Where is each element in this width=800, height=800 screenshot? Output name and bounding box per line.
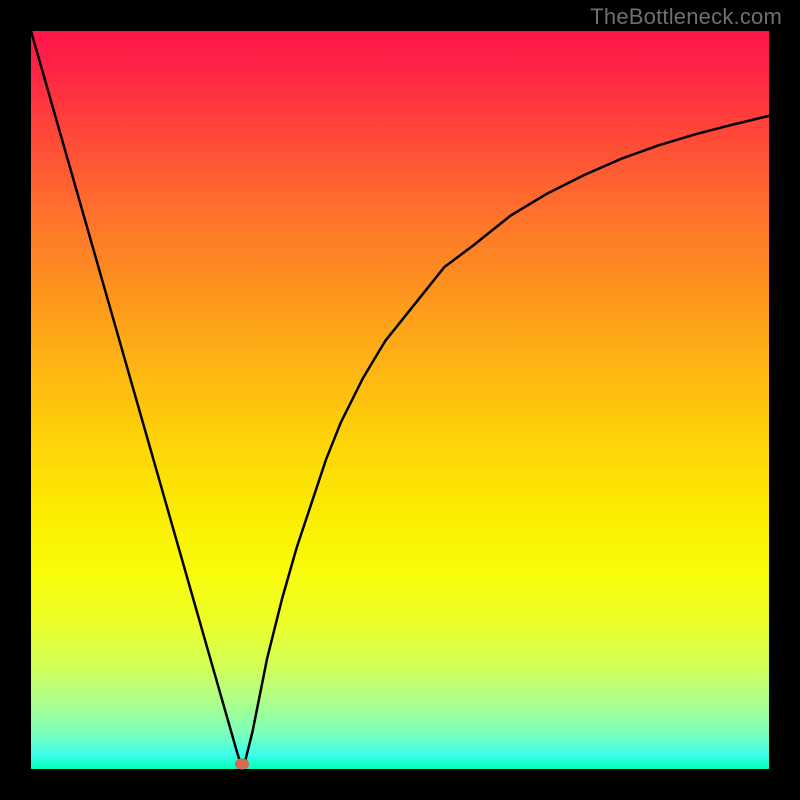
watermark-text: TheBottleneck.com (590, 4, 782, 30)
bottleneck-curve (31, 31, 769, 769)
chart-container: TheBottleneck.com (0, 0, 800, 800)
optimal-point-marker (235, 759, 249, 770)
